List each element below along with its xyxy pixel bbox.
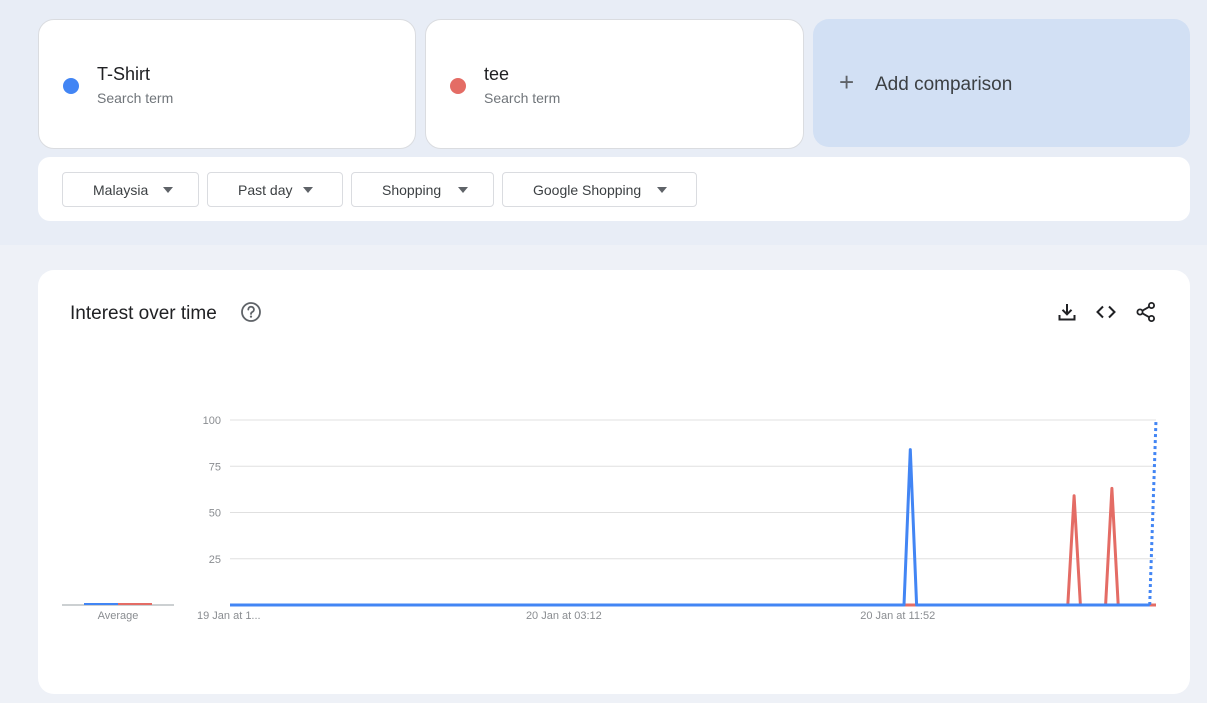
add-comparison-button[interactable]: + Add comparison <box>813 19 1190 147</box>
term-color-dot <box>450 78 466 94</box>
caret-down-icon <box>163 187 173 193</box>
y-tick-label: 25 <box>209 554 221 566</box>
term-card-tee[interactable]: tee Search term <box>425 19 804 149</box>
filter-label: Google Shopping <box>533 182 642 198</box>
filter-label: Shopping <box>382 182 442 198</box>
caret-down-icon <box>303 187 313 193</box>
filter-bar: Malaysia Past day Shopping Google Shoppi… <box>38 157 1190 221</box>
term-type-label: Search term <box>97 90 174 106</box>
caret-down-icon <box>458 187 468 193</box>
filter-category-dropdown[interactable]: Shopping <box>351 172 494 207</box>
filter-label: Past day <box>238 182 293 198</box>
term-color-dot <box>63 78 79 94</box>
filter-label: Malaysia <box>93 182 149 198</box>
term-card-t-shirt[interactable]: T-Shirt Search term <box>38 19 416 149</box>
x-tick-label: 20 Jan at 11:52 <box>860 610 935 622</box>
add-comparison-label: Add comparison <box>875 74 1013 95</box>
y-tick-label: 50 <box>209 508 221 520</box>
filter-property-dropdown[interactable]: Google Shopping <box>502 172 697 207</box>
average-label: Average <box>98 610 139 622</box>
plus-icon: + <box>839 67 855 97</box>
term-type-label: Search term <box>484 90 561 106</box>
term-name[interactable]: T-Shirt <box>97 64 150 85</box>
term-name[interactable]: tee <box>484 64 509 85</box>
series-line-t-shirt <box>230 448 1150 607</box>
y-tick-label: 75 <box>209 461 221 473</box>
interest-over-time-panel: Interest over time 25 50 75 100 19 Jan at 1.… <box>38 270 1190 694</box>
series-line-tee <box>230 486 1156 607</box>
filter-region-dropdown[interactable]: Malaysia <box>62 172 199 207</box>
y-tick-label: 100 <box>203 415 221 427</box>
filter-time-dropdown[interactable]: Past day <box>207 172 343 207</box>
caret-down-icon <box>657 187 667 193</box>
x-tick-label: 20 Jan at 03:12 <box>526 610 602 622</box>
x-tick-label: 19 Jan at 1... <box>197 610 261 622</box>
interest-chart: 25 50 75 100 19 Jan at 1... 20 Jan at 03:12 20… <box>62 415 1158 622</box>
